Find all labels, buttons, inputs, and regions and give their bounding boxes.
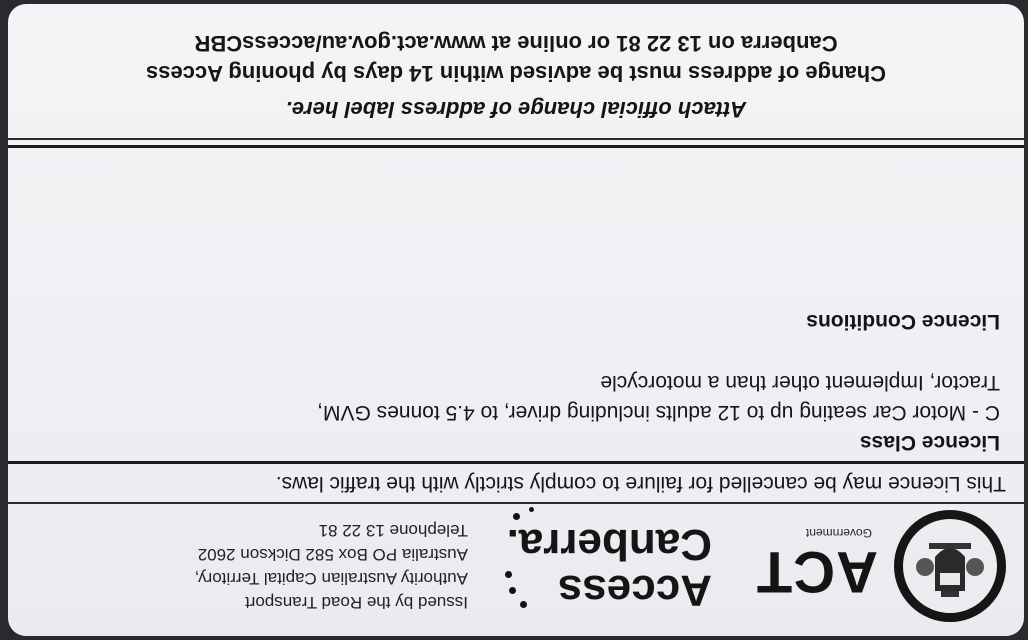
- licence-card-back: ACT Government Access Canberra. Issued b…: [8, 4, 1024, 636]
- issuer-details: Issued by the Road Transport Authority A…: [28, 518, 468, 614]
- issuer-line: Australia PO Box 582 Dickson 2602: [197, 545, 468, 564]
- logo-dot-icon: [513, 513, 520, 520]
- licence-class-heading: Licence Class: [859, 431, 1000, 454]
- divider: [8, 145, 1024, 148]
- divider: [8, 502, 1024, 504]
- logo-dot-icon: [520, 601, 527, 608]
- access-canberra-logo: Access Canberra.: [502, 506, 712, 616]
- access-canberra-logo-line-2: Canberra.: [506, 520, 712, 569]
- logo-dot-icon: [529, 507, 534, 512]
- issuer-line: Issued by the Road Transport: [244, 593, 468, 612]
- card-content-rotated: ACT Government Access Canberra. Issued b…: [8, 4, 1024, 636]
- divider: [8, 461, 1024, 464]
- act-logo-text: ACT: [755, 539, 878, 604]
- licence-class-line: C - Motor Car seating up to 12 adults in…: [317, 401, 1000, 424]
- act-coat-of-arms-icon: [894, 510, 1006, 622]
- licence-conditions-heading: Licence Conditions: [806, 310, 1000, 333]
- licence-class-line: Tractor, Implement other than a motorcyc…: [600, 371, 1000, 394]
- divider: [8, 138, 1024, 140]
- act-logo-subtext: Government: [805, 526, 872, 540]
- logo-dot-icon: [505, 571, 512, 578]
- issuer-line: Authority Australian Capital Territory,: [194, 569, 468, 588]
- access-canberra-logo-line-1: Access: [557, 566, 712, 615]
- logo-dot-icon: [509, 587, 516, 594]
- cancellation-notice: This Licence may be cancelled for failur…: [275, 472, 1006, 495]
- issuer-line: Telephone 13 22 81: [318, 521, 468, 540]
- address-change-line: Change of address must be advised within…: [145, 61, 887, 86]
- address-change-line: Canberra on 13 22 81 or online at www.ac…: [194, 31, 838, 56]
- address-label-title: Attach official change of address label …: [285, 97, 747, 122]
